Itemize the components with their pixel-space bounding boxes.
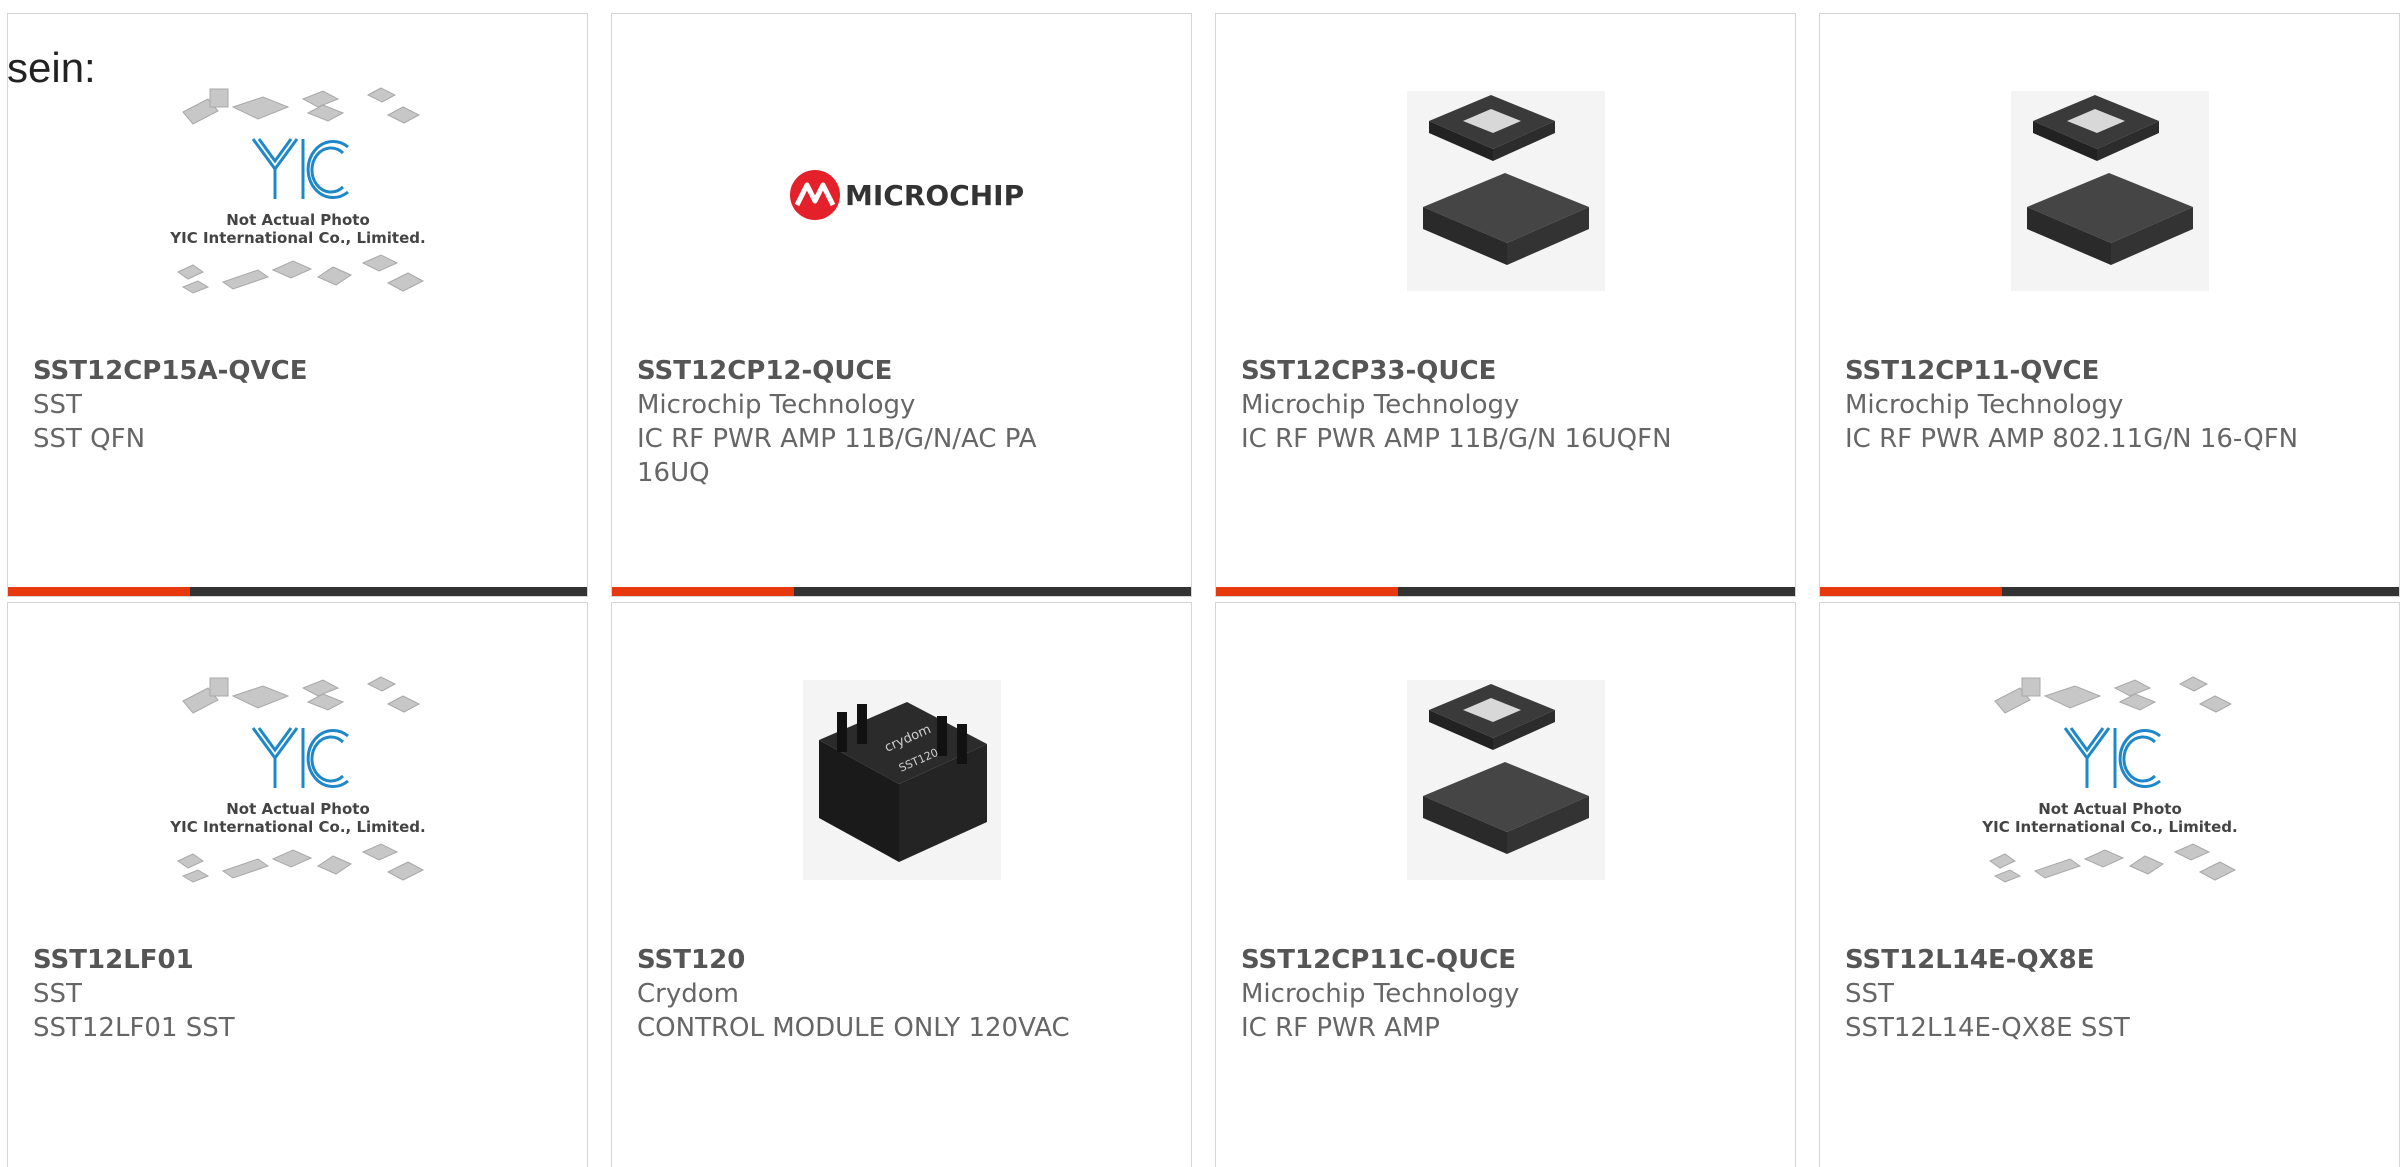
product-part-number[interactable]: SST12CP12-QUCE: [637, 354, 1097, 388]
product-info: SST12CP15A-QVCE SST SST QFN: [33, 354, 493, 456]
card-accent-bar: [1820, 587, 2399, 596]
product-card[interactable]: crydom SST120 SST120 Crydom CONTROL MODU…: [611, 602, 1192, 1167]
product-description: IC RF PWR AMP: [1241, 1013, 1440, 1043]
card-accent-bar: [1216, 587, 1795, 596]
product-part-number[interactable]: SST120: [637, 943, 1097, 977]
placeholder-caption-line2: YIC International Co., Limited.: [169, 818, 425, 836]
product-description: IC RF PWR AMP 11B/G/N/AC PA 16UQ: [637, 424, 1037, 488]
product-description: SST QFN: [33, 424, 146, 454]
placeholder-caption-line1: Not Actual Photo: [226, 211, 370, 229]
product-manufacturer: Crydom: [637, 979, 739, 1009]
product-description: IC RF PWR AMP 11B/G/N 16UQFN: [1241, 424, 1672, 454]
product-manufacturer: Microchip Technology: [1241, 979, 1520, 1009]
product-card[interactable]: SST12CP11C-QUCE Microchip Technology IC …: [1215, 602, 1796, 1167]
product-card[interactable]: Not Actual Photo YIC International Co., …: [7, 13, 588, 597]
microchip-logo[interactable]: MICROCHIP: [767, 77, 1037, 305]
product-part-number[interactable]: SST12L14E-QX8E: [1845, 943, 2305, 977]
product-part-number[interactable]: SST12CP15A-QVCE: [33, 354, 493, 388]
product-card[interactable]: MICROCHIP SST12CP12-QUCE Microchip Techn…: [611, 13, 1192, 597]
product-description: SST12LF01 SST: [33, 1013, 235, 1043]
product-card[interactable]: Not Actual Photo YIC International Co., …: [7, 602, 588, 1167]
product-info: SST12CP11C-QUCE Microchip Technology IC …: [1241, 943, 1701, 1045]
product-part-number[interactable]: SST12LF01: [33, 943, 493, 977]
card-accent-bar: [8, 587, 587, 596]
product-card[interactable]: SST12CP11-QVCE Microchip Technology IC R…: [1819, 13, 2400, 597]
product-description: IC RF PWR AMP 802.11G/N 16-QFN: [1845, 424, 2299, 454]
product-image-placeholder[interactable]: Not Actual Photo YIC International Co., …: [163, 77, 433, 305]
product-part-number[interactable]: SST12CP11-QVCE: [1845, 354, 2305, 388]
product-manufacturer: SST: [1845, 979, 1894, 1009]
product-info: SST12LF01 SST SST12LF01 SST: [33, 943, 493, 1045]
product-manufacturer: Microchip Technology: [1845, 390, 2124, 420]
qfn-chip-image[interactable]: [1371, 666, 1641, 894]
product-card[interactable]: Not Actual Photo YIC International Co., …: [1819, 602, 2400, 1167]
product-manufacturer: Microchip Technology: [1241, 390, 1520, 420]
placeholder-caption-line1: Not Actual Photo: [226, 800, 370, 818]
product-card[interactable]: SST12CP33-QUCE Microchip Technology IC R…: [1215, 13, 1796, 597]
product-info: SST12CP12-QUCE Microchip Technology IC R…: [637, 354, 1097, 490]
product-info: SST12CP33-QUCE Microchip Technology IC R…: [1241, 354, 1701, 456]
product-manufacturer: SST: [33, 979, 82, 1009]
product-image-placeholder[interactable]: Not Actual Photo YIC International Co., …: [1975, 666, 2245, 894]
product-description: CONTROL MODULE ONLY 120VAC: [637, 1013, 1070, 1043]
qfn-chip-image[interactable]: [1975, 77, 2245, 305]
product-description: SST12L14E-QX8E SST: [1845, 1013, 2130, 1043]
product-manufacturer: Microchip Technology: [637, 390, 916, 420]
product-part-number[interactable]: SST12CP33-QUCE: [1241, 354, 1701, 388]
microchip-logo-text: MICROCHIP: [845, 179, 1024, 212]
product-info: SST120 Crydom CONTROL MODULE ONLY 120VAC: [637, 943, 1097, 1045]
placeholder-caption-line2: YIC International Co., Limited.: [169, 229, 425, 247]
product-grid: Not Actual Photo YIC International Co., …: [7, 13, 2400, 1167]
placeholder-caption-line2: YIC International Co., Limited.: [1981, 818, 2237, 836]
placeholder-caption-line1: Not Actual Photo: [2038, 800, 2182, 818]
product-part-number[interactable]: SST12CP11C-QUCE: [1241, 943, 1701, 977]
qfn-chip-image[interactable]: [1371, 77, 1641, 305]
card-accent-bar: [612, 587, 1191, 596]
product-manufacturer: SST: [33, 390, 82, 420]
product-image-placeholder[interactable]: Not Actual Photo YIC International Co., …: [163, 666, 433, 894]
relay-module-image[interactable]: crydom SST120: [767, 666, 1037, 894]
product-info: SST12CP11-QVCE Microchip Technology IC R…: [1845, 354, 2305, 456]
lead-text: sein:: [7, 44, 96, 91]
product-info: SST12L14E-QX8E SST SST12L14E-QX8E SST: [1845, 943, 2305, 1045]
